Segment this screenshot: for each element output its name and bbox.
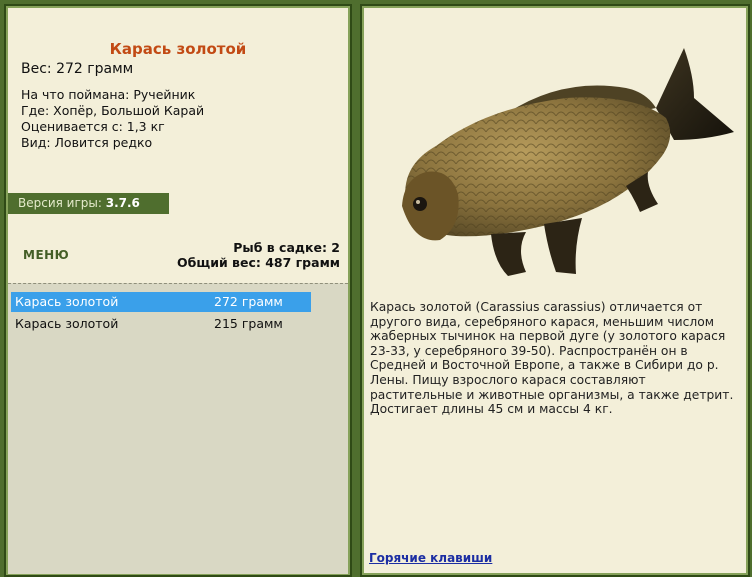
fish-info-panel: Карась золотой Вес: 272 грамм На что пой… [4, 4, 352, 577]
total-weight: Общий вес: 487 грамм [177, 255, 340, 270]
catch-item-weight: 272 грамм [214, 294, 283, 309]
version-value: 3.7.6 [105, 196, 140, 210]
value-info: Оценивается с: 1,3 кг [21, 119, 165, 134]
bait-info: На что поймана: Ручейник [21, 87, 196, 102]
catch-list: Карась золотой 272 грамм Карась золотой … [8, 283, 348, 574]
catch-item-name: Карась золотой [15, 294, 119, 309]
fish-description: Карась золотой (Carassius carassius) отл… [370, 300, 734, 417]
location-info: Где: Хопёр, Большой Карай [21, 103, 205, 118]
hotkeys-link[interactable]: Горячие клавиши [369, 551, 492, 565]
rarity-info: Вид: Ловится редко [21, 135, 153, 150]
fish-title: Карась золотой [109, 40, 247, 58]
fish-detail-panel: Карась золотой (Carassius carassius) отл… [360, 4, 750, 577]
catch-list-item-2[interactable]: Карась золотой 215 грамм [11, 314, 311, 334]
version-label: Версия игры: [18, 196, 102, 210]
fish-image [402, 48, 734, 276]
catch-list-item-1[interactable]: Карась золотой 272 грамм [11, 292, 311, 312]
fish-count: Рыб в садке: 2 [233, 240, 340, 255]
catch-item-weight: 215 грамм [214, 316, 283, 331]
catch-item-name: Карась золотой [15, 316, 119, 331]
fish-weight: Вес: 272 грамм [21, 61, 134, 77]
menu-button[interactable]: МЕНЮ [23, 248, 69, 262]
version-bar: Версия игры: 3.7.6 [8, 193, 169, 214]
